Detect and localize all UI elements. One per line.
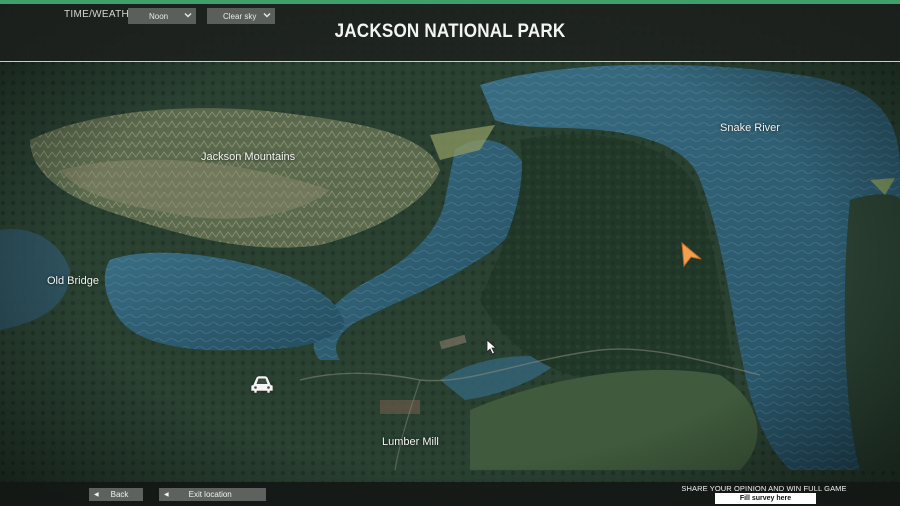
survey-button[interactable]: Fill survey here (715, 493, 816, 504)
map-terrain (0, 0, 900, 506)
time-dropdown-value: Noon (149, 11, 169, 21)
car-icon[interactable] (249, 373, 275, 395)
map-label-jackson-mountains[interactable]: Jackson Mountains (201, 151, 295, 163)
exit-location-label: Exit location (188, 490, 232, 499)
back-button-label: Back (110, 490, 129, 499)
exit-location-button[interactable]: ◀ Exit location (159, 488, 266, 501)
back-button[interactable]: ◀ Back (89, 488, 143, 501)
world-map[interactable] (0, 0, 900, 506)
chevron-down-icon (184, 13, 192, 18)
page-title: JACKSON NATIONAL PARK (334, 21, 566, 42)
weather-dropdown-value: Clear sky (223, 11, 257, 21)
mouse-cursor-icon (486, 339, 498, 355)
map-label-snake-river[interactable]: Snake River (720, 122, 780, 134)
player-arrow-icon (681, 241, 702, 267)
survey-prompt: SHARE YOUR OPINION AND WIN FULL GAME (681, 484, 847, 493)
map-label-lumber-mill[interactable]: Lumber Mill (382, 436, 439, 448)
chevron-down-icon (263, 13, 271, 18)
arrow-left-icon: ◀ (94, 492, 99, 498)
arrow-left-icon: ◀ (164, 492, 169, 498)
header-bar: TIME/WEATHER Noon Clear sky JACKSON NATI… (0, 4, 900, 62)
map-label-old-bridge[interactable]: Old Bridge (47, 275, 99, 287)
